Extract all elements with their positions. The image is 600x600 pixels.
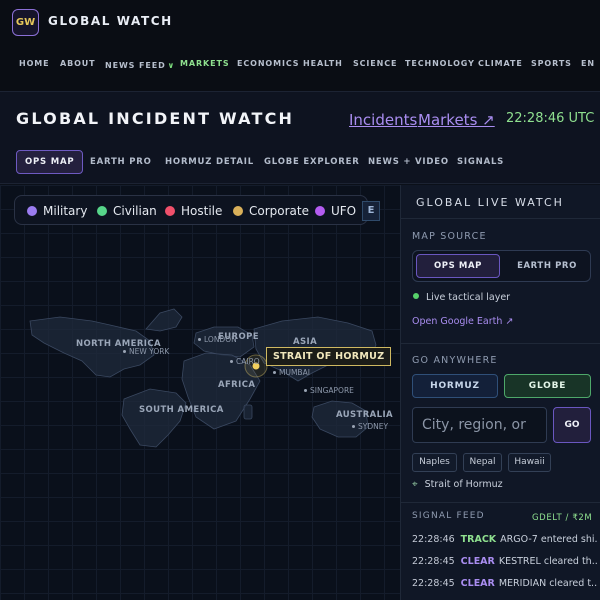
region-asia: ASIA bbox=[293, 337, 318, 347]
nav-about[interactable]: ABOUT bbox=[60, 59, 96, 68]
hormuz-button[interactable]: HORMUZ bbox=[412, 374, 498, 398]
chip-hawaii[interactable]: Hawaii bbox=[508, 453, 551, 472]
feed-message: KESTREL cleared th... bbox=[498, 556, 597, 567]
nav-climate[interactable]: CLIMATE bbox=[478, 59, 523, 68]
signal-feed-heading: SIGNAL FEED bbox=[412, 511, 485, 521]
legend-civilian[interactable]: Civilian bbox=[97, 204, 157, 218]
globe-button[interactable]: GLOBE bbox=[504, 374, 591, 398]
legend-ufo[interactable]: UFO bbox=[315, 204, 356, 218]
city-new-york[interactable]: NEW YORK bbox=[123, 347, 169, 356]
hormuz-callout[interactable]: STRAIT OF HORMUZ bbox=[266, 347, 392, 366]
feed-time: 22:28:45 bbox=[412, 578, 455, 589]
region-australia: AUSTRALIA bbox=[336, 410, 394, 420]
nav-home[interactable]: HOME bbox=[19, 59, 50, 68]
city-mumbai[interactable]: MUMBAI bbox=[273, 368, 310, 377]
live-watch-panel: GLOBAL LIVE WATCH MAP SOURCE OPS MAP EAR… bbox=[400, 185, 600, 600]
nav-news-feed[interactable]: NEWS FEED ∨ bbox=[105, 61, 175, 70]
crosshair-icon: ⌖ bbox=[412, 479, 418, 490]
legend-dot-corporate bbox=[233, 206, 243, 216]
feed-row[interactable]: 22:28:45 CLEAR MERIDIAN cleared t... bbox=[412, 578, 597, 589]
legend-label-ufo: UFO bbox=[331, 204, 357, 218]
feed-kind: TRACK bbox=[460, 534, 497, 545]
utc-clock: 22:28:46 UTC bbox=[506, 111, 595, 126]
nav-markets[interactable]: MARKETS bbox=[180, 59, 230, 68]
legend-dot-civilian bbox=[97, 206, 107, 216]
app-logo[interactable]: GW bbox=[12, 9, 39, 36]
legend: Military Civilian Hostile Corporate UFO bbox=[14, 195, 368, 225]
greenland-shape bbox=[145, 308, 183, 332]
nav-technology[interactable]: TECHNOLOGY bbox=[405, 59, 475, 68]
incidents-link[interactable]: Incidents bbox=[349, 111, 417, 129]
brand-name[interactable]: GLOBAL WATCH bbox=[48, 14, 173, 28]
feed-kind: CLEAR bbox=[460, 578, 495, 589]
city-singapore[interactable]: SINGAPORE bbox=[304, 386, 354, 395]
tab-earth-pro[interactable]: EARTH PRO bbox=[90, 150, 152, 174]
map-source-earth-pro[interactable]: EARTH PRO bbox=[505, 254, 589, 278]
divider bbox=[401, 218, 600, 219]
nav-news-feed-label: NEWS FEED bbox=[105, 61, 166, 70]
nav-sports[interactable]: SPORTS bbox=[531, 59, 572, 68]
legend-hostile[interactable]: Hostile bbox=[165, 204, 222, 218]
divider bbox=[401, 502, 600, 503]
ops-map[interactable]: Military Civilian Hostile Corporate UFO … bbox=[0, 185, 400, 600]
location-search-input[interactable] bbox=[412, 407, 547, 443]
nav-en[interactable]: EN bbox=[581, 59, 595, 68]
feed-kind: CLEAR bbox=[460, 556, 495, 567]
nav-health[interactable]: HEALTH bbox=[303, 59, 343, 68]
current-location[interactable]: ⌖ Strait of Hormuz bbox=[412, 479, 503, 490]
hidden-toolbar-button[interactable]: E bbox=[362, 201, 380, 221]
legend-label-corporate: Corporate bbox=[249, 204, 309, 218]
chevron-down-icon: ∨ bbox=[167, 61, 176, 70]
page-header: GLOBAL INCIDENT WATCH Incidents Markets … bbox=[0, 92, 600, 184]
legend-dot-ufo bbox=[315, 206, 325, 216]
chip-nepal[interactable]: Nepal bbox=[463, 453, 502, 472]
panel-title: GLOBAL LIVE WATCH bbox=[416, 196, 564, 209]
top-bar: GW GLOBAL WATCH bbox=[0, 0, 600, 44]
feed-row[interactable]: 22:28:46 TRACK ARGO-7 entered shi... bbox=[412, 534, 597, 545]
legend-label-military: Military bbox=[43, 204, 88, 218]
legend-label-hostile: Hostile bbox=[181, 204, 223, 218]
legend-label-civilian: Civilian bbox=[113, 204, 157, 218]
island-shape bbox=[243, 404, 253, 420]
legend-corporate[interactable]: Corporate bbox=[233, 204, 309, 218]
legend-dot-hostile bbox=[165, 206, 175, 216]
feed-time: 22:28:45 bbox=[412, 556, 455, 567]
divider bbox=[401, 343, 600, 344]
go-anywhere-heading: GO ANYWHERE bbox=[412, 355, 498, 366]
markets-link[interactable]: Markets ↗ bbox=[418, 111, 495, 129]
chip-naples[interactable]: Naples bbox=[412, 453, 457, 472]
city-cairo[interactable]: CAIRO bbox=[230, 357, 260, 366]
page-title: GLOBAL INCIDENT WATCH bbox=[16, 109, 295, 128]
live-dot-icon bbox=[413, 293, 419, 299]
main-nav: HOME ABOUT NEWS FEED ∨ MARKETS ECONOMICS … bbox=[0, 44, 600, 92]
tab-news-video[interactable]: NEWS + VIDEO bbox=[368, 150, 449, 174]
tab-globe-explorer[interactable]: GLOBE EXPLORER bbox=[264, 150, 360, 174]
feed-message: MERIDIAN cleared t... bbox=[498, 578, 597, 589]
nav-science[interactable]: SCIENCE bbox=[353, 59, 397, 68]
feed-row[interactable]: 22:28:45 CLEAR KESTREL cleared th... bbox=[412, 556, 597, 567]
live-status: Live tactical layer bbox=[413, 292, 510, 303]
map-source-heading: MAP SOURCE bbox=[412, 231, 487, 242]
open-google-earth-link[interactable]: Open Google Earth ↗ bbox=[412, 316, 513, 327]
go-button[interactable]: GO bbox=[553, 407, 591, 443]
feed-message: ARGO-7 entered shi... bbox=[500, 534, 597, 545]
feed-time: 22:28:46 bbox=[412, 534, 455, 545]
map-source-toggle: OPS MAP EARTH PRO bbox=[412, 250, 591, 282]
south-america-shape bbox=[121, 388, 187, 448]
legend-dot-military bbox=[27, 206, 37, 216]
current-location-text: Strait of Hormuz bbox=[424, 479, 503, 490]
tab-hormuz-detail[interactable]: HORMUZ DETAIL bbox=[165, 150, 254, 174]
legend-military[interactable]: Military bbox=[27, 204, 87, 218]
map-source-ops-map[interactable]: OPS MAP bbox=[416, 254, 500, 278]
tab-ops-map[interactable]: OPS MAP bbox=[16, 150, 84, 174]
tab-signals[interactable]: SIGNALS bbox=[457, 150, 504, 174]
city-london[interactable]: LONDON bbox=[198, 335, 237, 344]
region-africa: AFRICA bbox=[218, 380, 256, 390]
nav-economics[interactable]: ECONOMICS bbox=[237, 59, 299, 68]
city-sydney[interactable]: SYDNEY bbox=[352, 422, 388, 431]
region-south-america: SOUTH AMERICA bbox=[139, 405, 224, 415]
signal-feed-source: GDELT / ₹2M bbox=[532, 513, 593, 523]
live-status-text: Live tactical layer bbox=[426, 292, 511, 303]
